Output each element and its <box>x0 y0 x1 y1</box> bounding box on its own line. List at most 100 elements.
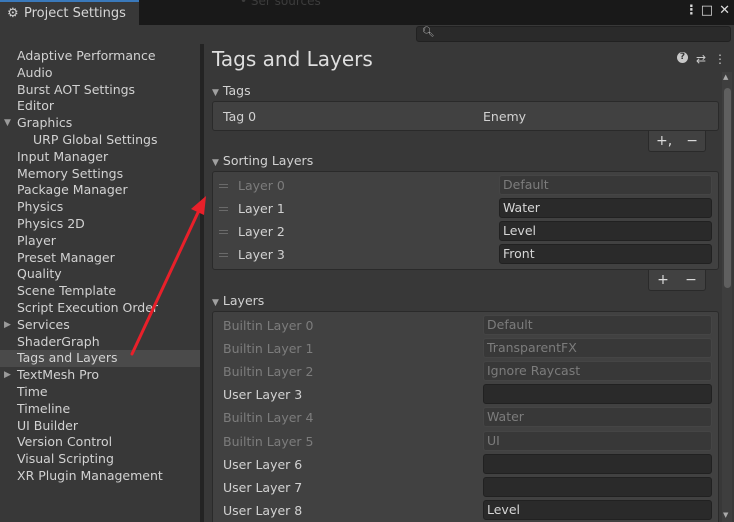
sorting-layer-name-field[interactable]: Front <box>499 244 712 264</box>
window-controls: ⋮ □ ✕ <box>685 3 730 18</box>
sidebar-item-label: Tags and Layers <box>17 350 118 366</box>
scroll-up-icon[interactable]: ▲ <box>723 73 728 81</box>
sidebar-item-label: Editor <box>17 98 54 114</box>
layers-list: Builtin Layer 0 Default Builtin Layer 1 Tra… <box>212 311 719 522</box>
sorting-layer-label: Layer 1 <box>238 201 285 216</box>
foldout-expanded-icon[interactable]: ▼ <box>4 115 11 132</box>
sidebar-item-label: Package Manager <box>17 182 128 198</box>
page-title: Tags and Layers <box>212 47 373 71</box>
sidebar-item[interactable]: Time <box>0 384 200 401</box>
sidebar-item[interactable]: URP Global Settings <box>0 132 200 149</box>
foldout-collapsed-icon[interactable]: ▶ <box>4 317 11 334</box>
sidebar-item-label: Burst AOT Settings <box>17 81 136 97</box>
search-icon: 🔍︎ <box>422 27 435 38</box>
foldout-expanded-icon: ▼ <box>212 158 219 168</box>
sidebar-item-label: Script Execution Order <box>17 299 159 315</box>
sidebar-item[interactable]: Adaptive Performance <box>0 48 200 65</box>
sidebar-item-label: Services <box>17 316 70 332</box>
sidebar-item[interactable]: Script Execution Order <box>0 300 200 317</box>
kebab-menu-icon[interactable]: ⋮ <box>714 52 726 66</box>
sidebar-item[interactable]: Preset Manager <box>0 250 200 267</box>
sidebar-item[interactable]: ▼ Graphics <box>0 115 200 132</box>
drag-handle-icon[interactable] <box>219 184 228 188</box>
tag-value[interactable]: Enemy <box>483 109 526 124</box>
sidebar-item[interactable]: Physics 2D <box>0 216 200 233</box>
sidebar-item[interactable]: Player <box>0 233 200 250</box>
tag-row[interactable]: Tag 0 Enemy <box>213 105 718 128</box>
sidebar-item-label: Quality <box>17 266 62 282</box>
sorting-layer-name-field[interactable]: Water <box>499 198 712 218</box>
sidebar-item-label: Physics 2D <box>17 215 85 231</box>
add-tag-button[interactable]: +, <box>656 133 672 149</box>
kebab-menu-icon[interactable]: ⋮ <box>685 3 698 18</box>
foldout-collapsed-icon[interactable]: ▶ <box>4 367 11 384</box>
help-icon[interactable]: ? <box>676 52 688 63</box>
remove-sorting-layer-button[interactable]: − <box>685 272 697 288</box>
sidebar-item[interactable]: Physics <box>0 199 200 216</box>
sorting-layer-row[interactable]: Layer 3 Front <box>213 243 718 266</box>
sidebar-item[interactable]: Package Manager <box>0 182 200 199</box>
close-icon[interactable]: ✕ <box>719 3 730 18</box>
sidebar-item[interactable]: ▶ TextMesh Pro <box>0 367 200 384</box>
sidebar-item[interactable]: Version Control <box>0 434 200 451</box>
sidebar-item-label: URP Global Settings <box>33 131 158 147</box>
sidebar-item[interactable]: Burst AOT Settings <box>0 82 200 99</box>
sorting-layer-row[interactable]: Layer 1 Water <box>213 197 718 220</box>
sidebar-item[interactable]: Audio <box>0 65 200 82</box>
add-sorting-layer-button[interactable]: + <box>657 272 669 288</box>
sidebar-item[interactable]: ▶ Services <box>0 317 200 334</box>
sidebar-item-label: Preset Manager <box>17 249 115 265</box>
scrollbar-thumb[interactable] <box>724 88 731 288</box>
sorting-layers-foldout[interactable]: ▼ Sorting Layers <box>212 153 313 168</box>
sidebar-item-label: Memory Settings <box>17 165 124 181</box>
drag-handle-icon[interactable] <box>219 230 228 234</box>
scroll-down-icon[interactable]: ▼ <box>723 511 728 519</box>
sorting-layer-row[interactable]: Layer 2 Level <box>213 220 718 243</box>
sidebar-item[interactable]: Visual Scripting <box>0 451 200 468</box>
sidebar-item[interactable]: Timeline <box>0 401 200 418</box>
window-tab[interactable]: ⚙ Project Settings <box>0 0 139 25</box>
tags-footer: +, − <box>648 131 706 152</box>
sidebar-item[interactable]: Scene Template <box>0 283 200 300</box>
sorting-layer-label: Layer 3 <box>238 247 285 262</box>
tags-foldout[interactable]: ▼ Tags <box>212 83 251 98</box>
drag-handle-icon[interactable] <box>219 253 228 257</box>
layer-row[interactable]: User Layer 7 <box>213 476 718 499</box>
layer-row[interactable]: User Layer 3 <box>213 383 718 406</box>
layers-header: Layers <box>222 293 265 308</box>
maximize-icon[interactable]: □ <box>701 3 713 18</box>
sidebar-item[interactable]: Editor <box>0 98 200 115</box>
search-input[interactable]: 🔍︎ <box>416 26 731 42</box>
sidebar-item-label: Time <box>17 383 48 399</box>
layer-label: User Layer 6 <box>223 456 303 472</box>
sidebar-item[interactable]: UI Builder <box>0 418 200 435</box>
drag-handle-icon[interactable] <box>219 207 228 211</box>
layers-foldout[interactable]: ▼ Layers <box>212 293 264 308</box>
presets-icon[interactable]: ⇄ <box>696 52 706 66</box>
layer-row[interactable]: User Layer 6 <box>213 453 718 476</box>
layer-name-field: Ignore Raycast <box>483 361 712 382</box>
layer-name-field[interactable] <box>483 453 712 474</box>
layer-name-field: Water <box>483 407 712 428</box>
layer-name-field[interactable] <box>483 476 712 497</box>
foldout-expanded-icon: ▼ <box>212 298 219 308</box>
layer-row: Builtin Layer 1 TransparentFX <box>213 337 718 360</box>
sidebar-item[interactable]: Input Manager <box>0 149 200 166</box>
sidebar-item[interactable]: Quality <box>0 266 200 283</box>
layer-name-field[interactable]: Level <box>483 499 712 520</box>
tags-list: Tag 0 Enemy <box>212 101 719 131</box>
sidebar-item[interactable]: XR Plugin Management <box>0 468 200 485</box>
sidebar-item[interactable]: Memory Settings <box>0 166 200 183</box>
tags-header: Tags <box>222 83 251 98</box>
layer-row: Builtin Layer 4 Water <box>213 406 718 429</box>
sidebar-item-label: Visual Scripting <box>17 451 114 467</box>
remove-tag-button[interactable]: − <box>686 133 698 149</box>
layer-label: Builtin Layer 4 <box>223 410 314 426</box>
layer-name-field[interactable] <box>483 384 712 405</box>
sidebar-item[interactable]: Tags and Layers <box>0 350 200 368</box>
sidebar-item-label: Version Control <box>17 434 113 450</box>
layer-row[interactable]: User Layer 8 Level <box>213 499 718 522</box>
sidebar-item[interactable]: ShaderGraph <box>0 334 200 351</box>
sorting-layer-row[interactable]: Layer 0 Default <box>213 174 718 197</box>
sorting-layer-name-field[interactable]: Level <box>499 221 712 241</box>
